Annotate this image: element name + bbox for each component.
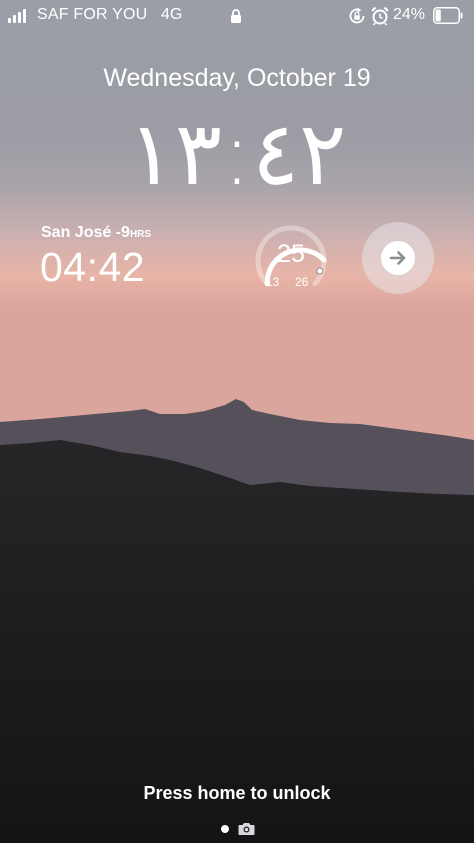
world-clock-offset: -9 [115,224,130,241]
signal-icon [8,9,30,23]
lock-screen-date: Wednesday, October 19 [103,64,371,92]
arrow-right-icon [389,251,406,265]
carrier-name: SAF FOR YOU [37,6,148,23]
world-clock-offset-unit: HRS [129,229,152,240]
page-dot-icon [221,825,229,833]
unlock-hint: Press home to unlock [143,783,331,803]
world-clock-city-line: San José -9HRS [41,224,151,242]
shortcut-button[interactable] [362,222,434,294]
network-type: 4G [161,6,183,23]
rotation-lock-icon [349,7,365,24]
alarm-icon [371,6,389,26]
world-clock-time: 04:42 [40,244,146,290]
world-clock-city: San José [41,224,112,241]
high-temperature: 26 [295,275,309,289]
lock-screen-time: ١٣:٤٢ [127,102,347,205]
status-bar: SAF FOR YOU 4G 24% [0,0,474,32]
battery-percent: 24% [393,6,426,23]
battery-icon [433,7,463,24]
current-temperature: 25 [277,240,305,268]
camera-icon[interactable] [238,822,255,835]
low-temperature: 13 [266,275,280,289]
lock-icon [231,9,241,23]
